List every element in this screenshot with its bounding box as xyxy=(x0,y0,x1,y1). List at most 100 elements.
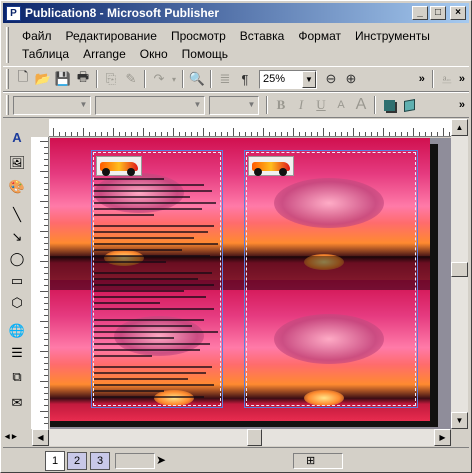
ruler-tick xyxy=(245,132,246,136)
status-size: ⊞ xyxy=(293,453,343,469)
ruler-corner[interactable] xyxy=(31,119,49,137)
menu-view[interactable]: Просмотр xyxy=(164,27,233,45)
toolbar-grip[interactable] xyxy=(6,69,9,89)
chevron-icon[interactable]: » xyxy=(419,73,425,85)
menu-edit[interactable]: Редактирование xyxy=(59,27,164,45)
columns-icon[interactable]: ≣ xyxy=(215,69,235,89)
menu-table[interactable]: Таблица xyxy=(15,45,76,63)
form-control-icon[interactable]: ☰ xyxy=(7,343,27,363)
page-tab-3[interactable]: 3 xyxy=(90,452,110,470)
ruler-tick xyxy=(44,189,48,190)
text-wrap-icon[interactable]: ⎁ xyxy=(437,69,457,89)
close-button[interactable]: × xyxy=(450,6,466,20)
ruler-tick xyxy=(407,132,408,136)
ruler-tick xyxy=(251,132,252,136)
font-combo[interactable]: ▼ xyxy=(95,95,205,115)
font-grow-button[interactable]: A xyxy=(351,95,371,115)
page-left[interactable] xyxy=(50,138,234,421)
menu-grip[interactable] xyxy=(6,27,9,63)
print-preview-icon[interactable]: 🖶 xyxy=(73,69,93,89)
page-right[interactable] xyxy=(234,138,430,421)
style-combo[interactable]: ▼ xyxy=(13,95,91,115)
shadow-icon[interactable] xyxy=(379,95,399,115)
web-icon[interactable]: 🌐 xyxy=(7,321,27,341)
vertical-scrollbar[interactable]: ▲ ▼ xyxy=(451,119,468,429)
new-icon[interactable]: 🗋 xyxy=(13,69,33,89)
3d-icon[interactable] xyxy=(399,95,419,115)
open-icon[interactable]: 📂 xyxy=(33,69,53,89)
ruler-tick xyxy=(383,128,384,136)
chevron-down-icon[interactable]: ▼ xyxy=(191,97,204,114)
vertical-ruler[interactable] xyxy=(31,137,49,429)
ruler-tick xyxy=(40,201,48,202)
separator xyxy=(210,70,212,88)
chevron-down-icon[interactable]: ▼ xyxy=(302,70,316,88)
line-icon[interactable]: ╲ xyxy=(7,205,27,225)
font-size-combo[interactable]: ▼ xyxy=(209,95,259,115)
clipart-icon[interactable]: 🎨 xyxy=(7,177,27,197)
autoshapes-icon[interactable]: ⬡ xyxy=(7,293,27,313)
page-tab-1[interactable]: 1 xyxy=(45,451,65,471)
picture-icon[interactable]: 🖼 xyxy=(7,153,27,173)
horizontal-ruler[interactable] xyxy=(31,119,451,137)
menu-format[interactable]: Формат xyxy=(291,27,348,45)
menu-file[interactable]: Файл xyxy=(15,27,59,45)
zoom-out-icon[interactable]: ⊖ xyxy=(321,69,341,89)
ruler-tick xyxy=(44,315,48,316)
design-gallery-icon[interactable]: ✉ xyxy=(7,393,27,413)
horizontal-scrollbar[interactable]: ◀ ▶ xyxy=(32,429,451,446)
zoom-combo[interactable]: 25% ▼ xyxy=(259,69,317,89)
redo-icon[interactable]: ↷ xyxy=(149,69,169,89)
ruler-tick xyxy=(44,255,48,256)
menu-insert[interactable]: Вставка xyxy=(233,27,292,45)
copy-icon[interactable]: ⎘ xyxy=(101,69,121,89)
ruler-tick xyxy=(269,132,270,136)
chevron-icon[interactable]: » xyxy=(459,99,465,111)
paragraph-icon[interactable]: ¶ xyxy=(235,69,255,89)
chevron-down-icon[interactable]: ▼ xyxy=(245,97,258,114)
zoom-in-icon[interactable]: ⊕ xyxy=(341,69,361,89)
ruler-tick xyxy=(44,345,48,346)
ruler-tick xyxy=(263,128,264,136)
chevron-icon[interactable]: » xyxy=(459,73,465,85)
scroll-thumb-vertical[interactable] xyxy=(451,262,468,277)
save-icon[interactable]: 💾 xyxy=(53,69,73,89)
scroll-down-button[interactable]: ▼ xyxy=(451,412,468,429)
title-bar[interactable]: P Publication8 - Microsoft Publisher _ □… xyxy=(3,3,469,23)
page-nav-arrows[interactable]: ◂ ▸ xyxy=(5,431,31,445)
menu-arrange[interactable]: Arrange xyxy=(76,45,133,63)
ruler-tick xyxy=(161,132,162,136)
ruler-tick xyxy=(197,132,198,136)
scroll-right-button[interactable]: ▶ xyxy=(434,429,451,446)
ruler-tick xyxy=(299,132,300,136)
workspace[interactable] xyxy=(50,138,451,429)
oval-icon[interactable]: ◯ xyxy=(7,249,27,269)
rectangle-icon[interactable]: ▭ xyxy=(7,271,27,291)
format-painter-icon[interactable]: ✎ xyxy=(121,69,141,89)
scroll-thumb-horizontal[interactable] xyxy=(247,429,262,446)
zoom-page-icon[interactable]: 🔍 xyxy=(187,69,207,89)
menu-tools[interactable]: Инструменты xyxy=(348,27,437,45)
bold-button[interactable]: B xyxy=(271,95,291,115)
menu-window[interactable]: Окно xyxy=(133,45,175,63)
menu-help[interactable]: Помощь xyxy=(175,45,235,63)
minimize-button[interactable]: _ xyxy=(412,6,428,20)
ruler-tick xyxy=(40,261,48,262)
toolbar-grip[interactable] xyxy=(6,95,9,115)
italic-button[interactable]: I xyxy=(291,95,311,115)
page-tab-2[interactable]: 2 xyxy=(67,452,87,470)
maximize-button[interactable]: □ xyxy=(430,6,446,20)
separator xyxy=(266,96,268,114)
font-shrink-button[interactable]: A xyxy=(331,95,351,115)
arrow-icon[interactable]: ↘ xyxy=(7,227,27,247)
insert-object-icon[interactable]: ⧉ xyxy=(7,367,27,387)
chevron-down-icon[interactable]: ▼ xyxy=(77,97,90,114)
redo-dropdown-icon[interactable]: ▾ xyxy=(169,69,179,89)
ruler-tick xyxy=(371,132,372,136)
pointer-text-icon[interactable]: A xyxy=(7,127,27,147)
underline-button[interactable]: U xyxy=(311,95,331,115)
scroll-up-button[interactable]: ▲ xyxy=(451,119,468,136)
ruler-tick xyxy=(347,132,348,136)
scroll-left-button[interactable]: ◀ xyxy=(32,429,49,446)
publisher-icon[interactable]: P xyxy=(6,5,21,21)
